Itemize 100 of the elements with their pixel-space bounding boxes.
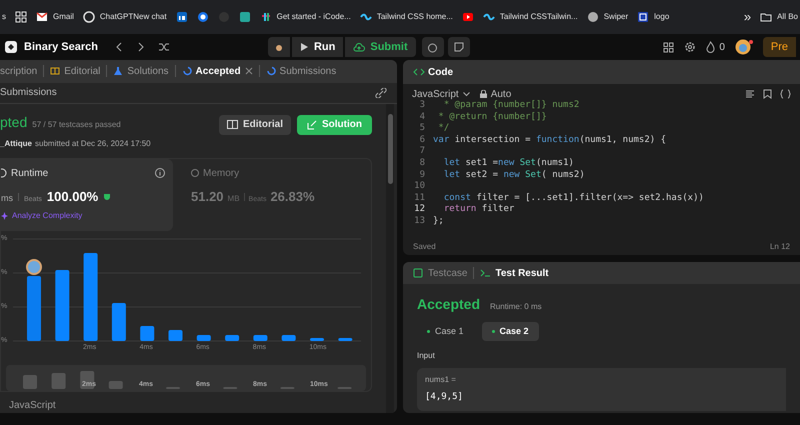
link-icon[interactable] bbox=[375, 88, 387, 98]
bookmark-icon[interactable] bbox=[763, 89, 772, 99]
language-label: JavaScript bbox=[9, 398, 56, 413]
submit-button[interactable]: Submit bbox=[345, 37, 416, 57]
panel-tab[interactable]: Editorial bbox=[64, 64, 100, 79]
bookmark-link[interactable]: All Bo bbox=[777, 11, 798, 23]
grid-icon[interactable] bbox=[663, 42, 674, 52]
bookmark-link[interactable]: Swiper bbox=[604, 11, 628, 23]
bookmark-link[interactable]: Tailwind CSS home... bbox=[376, 11, 453, 23]
chat-logo-icon bbox=[82, 11, 95, 23]
lock-icon bbox=[480, 90, 487, 98]
info-icon[interactable] bbox=[155, 168, 165, 178]
settings-icon[interactable] bbox=[684, 41, 696, 53]
wave-logo-icon bbox=[360, 11, 372, 23]
checkbox-icon bbox=[413, 268, 424, 278]
mail-icon bbox=[36, 11, 48, 23]
hash-logo-icon bbox=[260, 11, 272, 23]
panel-tab[interactable]: Solutions bbox=[127, 64, 169, 79]
result-status: pted bbox=[0, 112, 28, 132]
book-icon bbox=[50, 66, 60, 76]
memory-title: Memory bbox=[203, 166, 240, 181]
chevron-left-icon[interactable] bbox=[114, 42, 124, 52]
debug-button[interactable] bbox=[268, 37, 290, 57]
play-logo-icon[interactable] bbox=[462, 11, 474, 23]
chart-bar[interactable] bbox=[196, 334, 211, 341]
testcases-passed: 57 / 57 testcases passed bbox=[32, 118, 121, 131]
line-number: 6 bbox=[418, 134, 426, 146]
terminal-icon bbox=[480, 268, 492, 278]
premium-button[interactable]: Pre bbox=[762, 37, 796, 57]
case-tab[interactable]: Case 1 bbox=[417, 322, 474, 341]
wave-logo-icon bbox=[482, 11, 495, 23]
scrollbar[interactable] bbox=[386, 104, 394, 413]
flask-icon bbox=[113, 66, 124, 76]
chevron-right-icon[interactable] bbox=[136, 42, 146, 52]
result-status: Accepted bbox=[417, 295, 480, 314]
bookmark-link[interactable]: Gmail bbox=[53, 11, 74, 23]
panel-tab[interactable]: Submissions bbox=[280, 64, 336, 79]
editorial-button[interactable]: Editorial bbox=[218, 114, 291, 135]
book-icon bbox=[226, 120, 238, 130]
line-number: 5 bbox=[418, 123, 426, 135]
line-number: 4 bbox=[418, 112, 426, 124]
bookmark-link[interactable]: Get started - iCode... bbox=[276, 11, 351, 23]
chart-bar[interactable] bbox=[338, 338, 352, 341]
chart-bar[interactable] bbox=[84, 252, 98, 341]
line-number: 10 bbox=[413, 181, 426, 193]
line-number: 12 bbox=[413, 204, 426, 216]
case-tab[interactable]: Case 2 bbox=[482, 322, 539, 341]
username[interactable]: _Attique bbox=[0, 138, 32, 150]
close-icon[interactable] bbox=[244, 67, 253, 76]
bookmark-link[interactable]: Tailwind CSSTailwin... bbox=[500, 11, 578, 23]
runtime-beats: 100.00% bbox=[46, 188, 98, 206]
notes-button[interactable] bbox=[448, 37, 470, 57]
run-button[interactable]: Run bbox=[292, 37, 344, 57]
history-icon bbox=[182, 66, 192, 76]
panel-tab[interactable]: Test Result bbox=[495, 266, 549, 280]
chart-bar[interactable] bbox=[282, 334, 296, 341]
panel-tab[interactable]: Testcase bbox=[428, 266, 468, 280]
more-bookmarks-button[interactable]: » bbox=[744, 7, 752, 27]
chart-bar[interactable] bbox=[140, 326, 154, 341]
timer-button[interactable] bbox=[422, 37, 444, 57]
code-line: * @return {number[]} bbox=[437, 112, 547, 123]
edit-icon bbox=[307, 120, 317, 130]
chart-bar[interactable] bbox=[253, 334, 268, 341]
line-number: 8 bbox=[418, 158, 426, 170]
panel-tab[interactable]: scription bbox=[0, 64, 38, 79]
memory-value: 51.20 bbox=[191, 188, 224, 206]
chart-bar[interactable] bbox=[112, 302, 126, 341]
language-dropdown[interactable]: JavaScript bbox=[412, 86, 470, 102]
runtime-unit: ms bbox=[1, 192, 13, 205]
bookmark-link[interactable]: logo bbox=[654, 11, 670, 23]
code-line: let set2 = new Set( nums2) bbox=[442, 170, 585, 182]
history-icon bbox=[266, 66, 276, 76]
bookmark-label: s bbox=[2, 11, 6, 23]
runtime-label: Runtime: 0 ms bbox=[490, 301, 542, 313]
code-icon bbox=[413, 67, 425, 77]
line-number: 7 bbox=[418, 146, 426, 158]
d-logo-icon[interactable] bbox=[238, 11, 251, 23]
shuffle-icon[interactable] bbox=[158, 42, 170, 52]
panel-tab[interactable]: Accepted bbox=[196, 64, 241, 79]
cloud-upload-icon bbox=[353, 42, 366, 52]
breadcrumb-label[interactable]: Submissions bbox=[0, 85, 57, 100]
chart-bar[interactable] bbox=[310, 338, 324, 341]
parameter-label: nums1 = bbox=[425, 374, 457, 386]
brand-logo-icon[interactable] bbox=[4, 40, 18, 54]
note-icon bbox=[454, 42, 464, 52]
save-status: Saved bbox=[413, 241, 436, 253]
avatar-marker-icon bbox=[26, 258, 42, 275]
braces-icon[interactable] bbox=[780, 89, 791, 99]
chart-bar[interactable] bbox=[225, 334, 240, 341]
line-number: 3 bbox=[418, 100, 426, 112]
streak-count: 0 bbox=[719, 40, 725, 54]
format-icon[interactable] bbox=[745, 89, 755, 99]
memory-beats: 26.83% bbox=[270, 188, 315, 206]
input-label: Input bbox=[417, 350, 436, 362]
avatar-icon[interactable] bbox=[734, 39, 753, 55]
bookmark-link[interactable]: ChatGPTNew chat bbox=[100, 11, 167, 23]
chart-bar[interactable] bbox=[168, 330, 182, 341]
apps-icon[interactable] bbox=[15, 11, 27, 23]
panel-title: Code bbox=[428, 66, 453, 80]
problem-title[interactable]: Binary Search bbox=[24, 38, 98, 56]
